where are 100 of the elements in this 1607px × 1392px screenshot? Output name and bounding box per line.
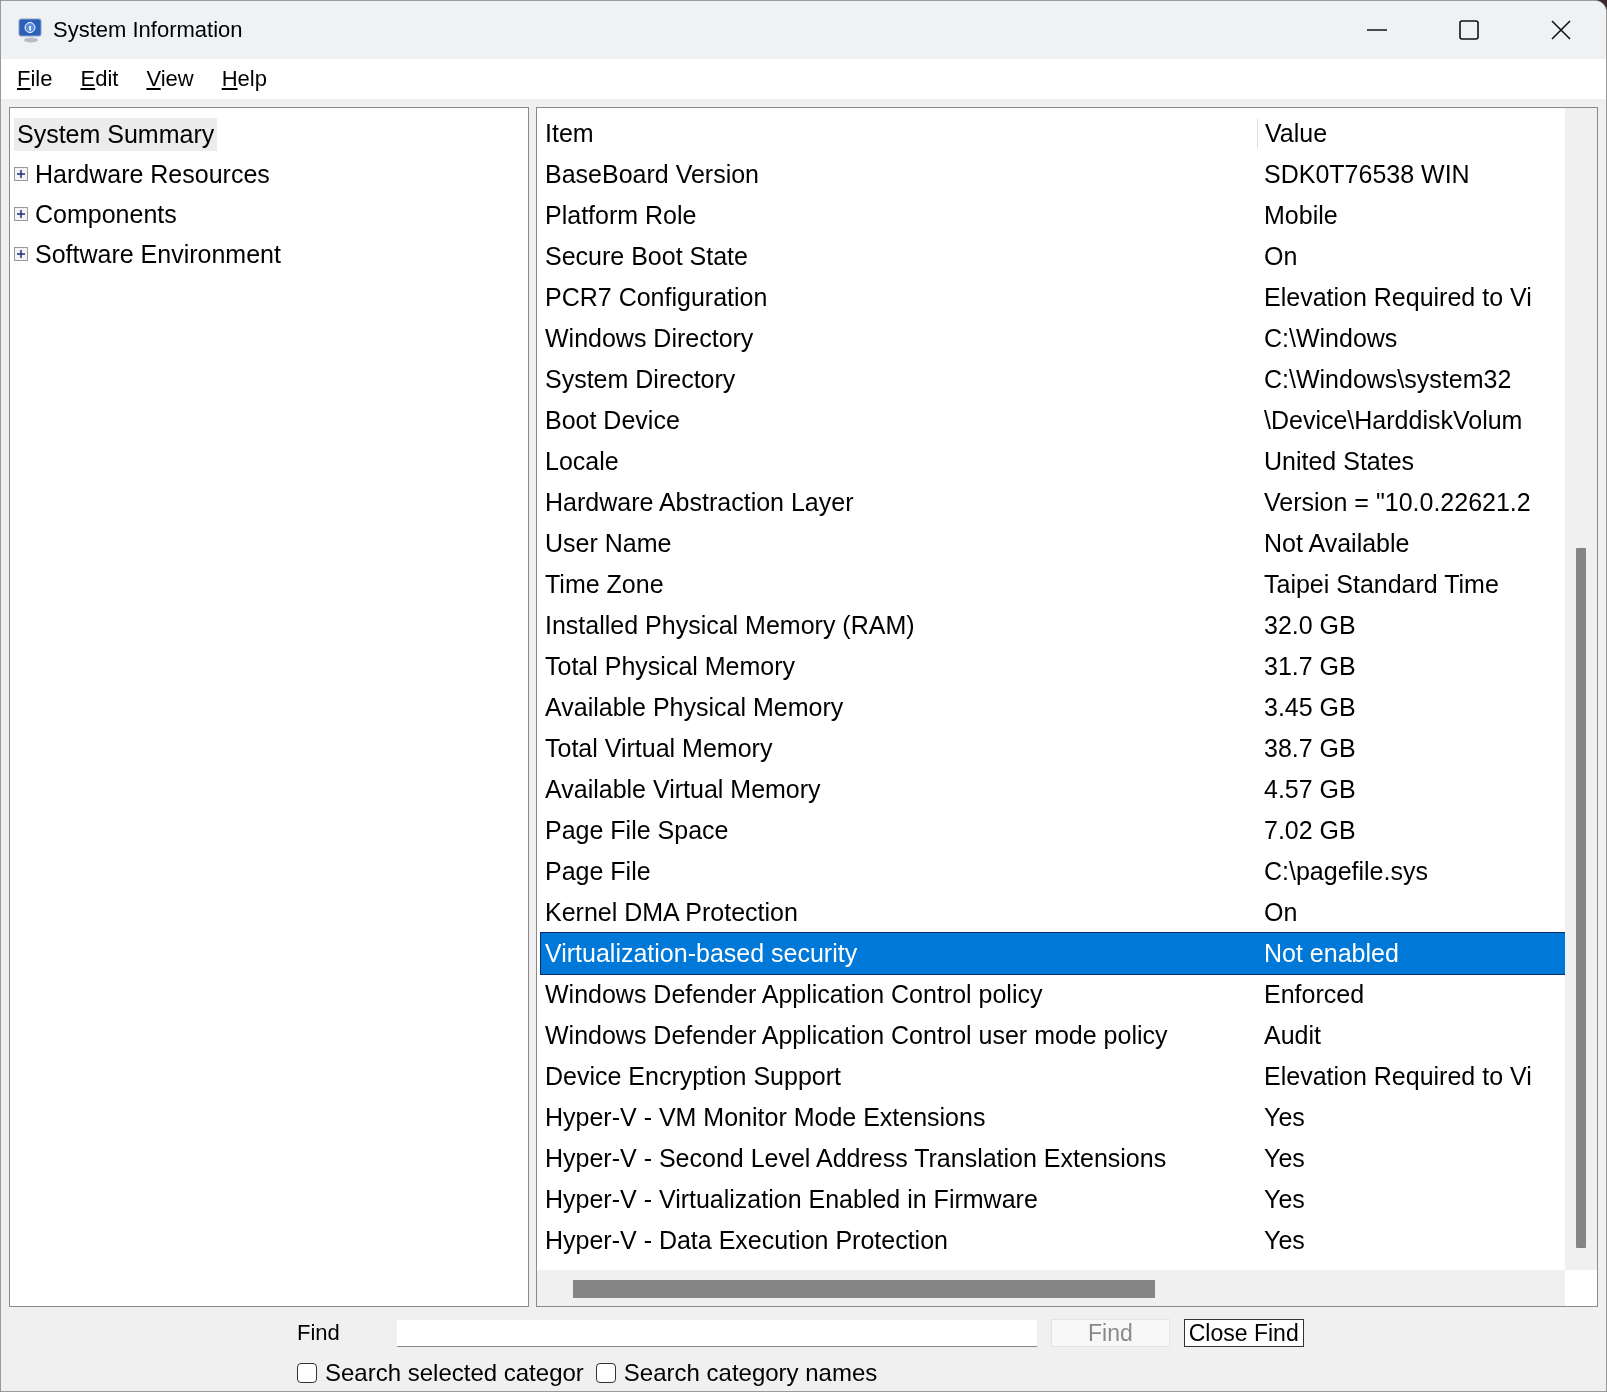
item-cell-text: Available Physical Memory	[544, 693, 845, 722]
table-row[interactable]: Hyper-V - Second Level Address Translation Extensions Yes	[541, 1138, 1565, 1179]
value-cell-text: Yes	[1263, 1144, 1306, 1173]
item-cell-text: BaseBoard Version	[544, 160, 761, 189]
value-cell-text: 32.0 GB	[1263, 611, 1357, 640]
table-row[interactable]: Hyper-V - Data Execution Protection Yes	[541, 1220, 1565, 1261]
table-row[interactable]: PCR7 Configuration Elevation Required to Vi	[541, 277, 1565, 318]
value-cell-text: 4.57 GB	[1263, 775, 1357, 804]
item-cell-text: Windows Defender Application Control policy	[544, 980, 1044, 1009]
table-row[interactable]: Page File Space 7.02 GB	[541, 810, 1565, 851]
column-header[interactable]: Item	[541, 119, 1257, 148]
plus-box-icon[interactable]	[14, 167, 28, 181]
item-cell-text: Page File Space	[544, 816, 730, 845]
value-cell-text: 7.02 GB	[1263, 816, 1357, 845]
value-cell-text: Version = "10.0.22621.2	[1263, 488, 1532, 517]
table-row[interactable]: Hyper-V - Virtualization Enabled in Firmware Yes	[541, 1179, 1565, 1220]
item-cell-text: Virtualization-based security	[544, 939, 859, 968]
item-cell-text: Hyper-V - Data Execution Protection	[544, 1226, 949, 1255]
table-row[interactable]: Windows Directory C:\Windows	[541, 318, 1565, 359]
value-cell-text: Enforced	[1263, 980, 1366, 1009]
table-row[interactable]: Virtualization-based security Not enabled	[541, 933, 1565, 974]
value-cell-text: \Device\HarddiskVolum	[1263, 406, 1524, 435]
value-cell-text: 38.7 GB	[1263, 734, 1357, 763]
table-row[interactable]: Installed Physical Memory (RAM) 32.0 GB	[541, 605, 1565, 646]
value-cell-text: Yes	[1263, 1226, 1306, 1255]
tree-item[interactable]: Software Environment	[32, 237, 284, 271]
table-row[interactable]: BaseBoard Version SDK0T76538 WIN	[541, 154, 1565, 195]
checkbox[interactable]	[297, 1363, 317, 1383]
value-cell-text: SDK0T76538 WIN	[1263, 160, 1471, 189]
table-row[interactable]: Boot Device \Device\HarddiskVolum	[541, 400, 1565, 441]
vertical-scrollbar[interactable]	[1565, 108, 1597, 1270]
item-cell-text: Windows Directory	[544, 324, 755, 353]
horizontal-scrollbar[interactable]	[537, 1270, 1565, 1306]
item-cell-text: Time Zone	[544, 570, 665, 599]
item-cell-text: Windows Defender Application Control user mode policy	[544, 1021, 1169, 1050]
item-cell-text: Hyper-V - Virtualization Enabled in Firmware	[544, 1185, 1039, 1214]
value-cell-text: Elevation Required to Vi	[1263, 1062, 1533, 1091]
value-cell-text: On	[1263, 898, 1299, 927]
value-cell-text: C:\Windows\system32	[1263, 365, 1513, 394]
item-cell-text: Kernel DMA Protection	[544, 898, 799, 927]
menu-item[interactable]: Edit	[80, 66, 119, 92]
table-row[interactable]: Page File C:\pagefile.sys	[541, 851, 1565, 892]
scroll-thumb[interactable]	[1576, 548, 1586, 1248]
table-row[interactable]: Device Encryption Support Elevation Required to Vi	[541, 1056, 1565, 1097]
value-cell-text: Yes	[1263, 1103, 1306, 1132]
plus-box-icon[interactable]	[14, 247, 28, 261]
table-row[interactable]: Windows Defender Application Control user mode policy Audit	[541, 1015, 1565, 1056]
item-cell-text: Hyper-V - Second Level Address Translation Extensions	[544, 1144, 1168, 1173]
table-row[interactable]: Time Zone Taipei Standard Time	[541, 564, 1565, 605]
checkbox[interactable]	[595, 1363, 616, 1383]
item-cell-text: Device Encryption Support	[544, 1062, 842, 1091]
item-cell-text: Total Virtual Memory	[544, 734, 774, 763]
menu-item[interactable]: File	[17, 66, 53, 92]
monitor-info-icon	[17, 16, 45, 44]
table-row[interactable]: Total Virtual Memory 38.7 GB	[541, 728, 1565, 769]
table-row[interactable]: Platform Role Mobile	[541, 195, 1565, 236]
window-title: System Information	[53, 17, 243, 43]
value-cell-text: Audit	[1263, 1021, 1322, 1050]
table-row[interactable]: Locale United States	[541, 441, 1565, 482]
item-cell-text: Locale	[544, 447, 620, 476]
value-cell-text: 31.7 GB	[1263, 652, 1357, 681]
table-row[interactable]: Total Physical Memory 31.7 GB	[541, 646, 1565, 687]
table-row[interactable]: User Name Not Available	[541, 523, 1565, 564]
checkbox-label[interactable]: Search category names	[623, 1359, 878, 1387]
item-cell-text: System Directory	[544, 365, 737, 394]
close-find-button[interactable]: Close Find	[1183, 1319, 1304, 1347]
item-cell-text: Boot Device	[544, 406, 681, 435]
value-cell-text: 3.45 GB	[1263, 693, 1357, 722]
table-row[interactable]: Available Virtual Memory 4.57 GB	[541, 769, 1565, 810]
table-row[interactable]: Hyper-V - VM Monitor Mode Extensions Yes	[541, 1097, 1565, 1138]
plus-box-icon[interactable]	[14, 207, 28, 221]
item-cell-text: Available Virtual Memory	[544, 775, 822, 804]
value-cell-text: Mobile	[1263, 201, 1339, 230]
item-cell-text: Total Physical Memory	[544, 652, 797, 681]
value-cell-text: C:\Windows	[1263, 324, 1399, 353]
menu-item[interactable]: Help	[221, 66, 267, 92]
item-cell-text: Installed Physical Memory (RAM)	[544, 611, 916, 640]
table-row[interactable]: Available Physical Memory 3.45 GB	[541, 687, 1565, 728]
table-row[interactable]: System Directory C:\Windows\system32	[541, 359, 1565, 400]
value-cell-text: C:\pagefile.sys	[1263, 857, 1429, 886]
table-row[interactable]: Hardware Abstraction Layer Version = "10.0.22621.2	[541, 482, 1565, 523]
table-row[interactable]: Kernel DMA Protection On	[541, 892, 1565, 933]
value-cell-text: Yes	[1263, 1185, 1306, 1214]
tree-item[interactable]: Hardware Resources	[32, 157, 273, 191]
checkbox-label[interactable]: Search selected categor	[325, 1359, 584, 1387]
value-cell-text: Elevation Required to Vi	[1263, 283, 1533, 312]
tree-item[interactable]: System Summary	[14, 117, 218, 151]
value-cell-text: Not enabled	[1263, 939, 1400, 968]
item-cell-text: PCR7 Configuration	[544, 283, 769, 312]
item-cell-text: User Name	[544, 529, 673, 558]
table-row[interactable]: Windows Defender Application Control policy Enforced	[541, 974, 1565, 1015]
value-cell-text: Not Available	[1263, 529, 1411, 558]
scroll-thumb[interactable]	[573, 1280, 1155, 1298]
value-cell-text: United States	[1263, 447, 1416, 476]
menu-item[interactable]: View	[146, 66, 194, 92]
find-label: Find	[297, 1320, 341, 1346]
find-field[interactable]	[397, 1319, 1037, 1347]
tree-item[interactable]: Components	[32, 197, 180, 231]
item-cell-text: Platform Role	[544, 201, 698, 230]
table-row[interactable]: Secure Boot State On	[541, 236, 1565, 277]
